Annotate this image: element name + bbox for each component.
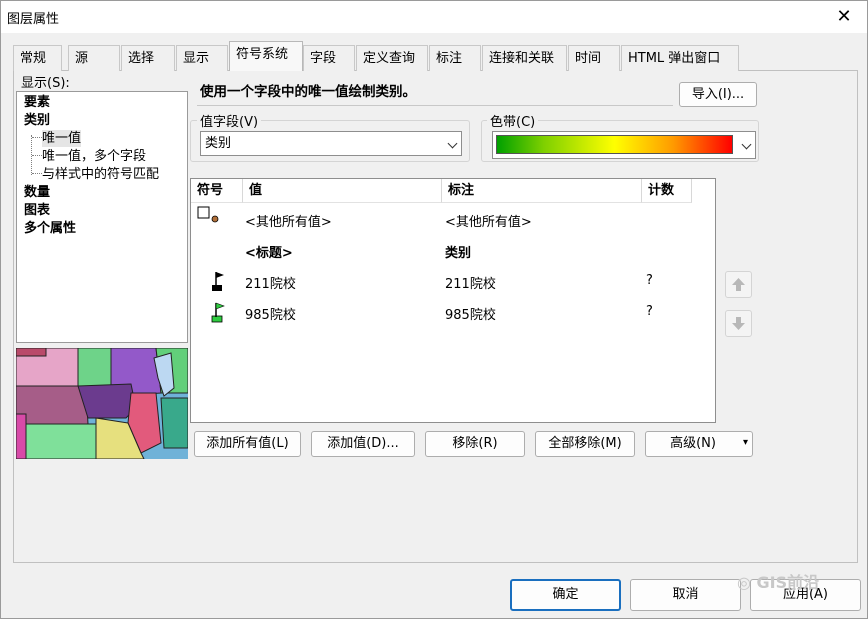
- tab-time[interactable]: 时间: [568, 45, 620, 71]
- tree-line: [32, 173, 42, 174]
- tree-item-categories[interactable]: 类别: [24, 112, 50, 129]
- row-value[interactable]: 985院校: [245, 304, 296, 323]
- tab-display[interactable]: 显示: [176, 45, 228, 71]
- tree-item-charts[interactable]: 图表: [24, 202, 50, 219]
- header-count[interactable]: 计数: [642, 179, 692, 203]
- tab-symbology[interactable]: 符号系统: [229, 41, 303, 71]
- color-ramp-label: 色带(C): [487, 111, 539, 130]
- watermark-text: GIS前沿: [756, 573, 820, 592]
- move-down-button[interactable]: [725, 310, 752, 337]
- close-icon[interactable]: ✕: [829, 5, 859, 29]
- import-button[interactable]: 导入(I)...: [679, 82, 757, 107]
- arrow-down-icon: [732, 317, 745, 330]
- tree-item-unique-values-many-fields[interactable]: 唯一值，多个字段: [42, 148, 146, 165]
- tree-item-quantities[interactable]: 数量: [24, 184, 50, 201]
- header-label[interactable]: 标注: [442, 179, 642, 203]
- show-label: 显示(S):: [21, 76, 70, 91]
- row-value[interactable]: 211院校: [245, 273, 296, 292]
- symbology-type-tree[interactable]: 要素 类别 唯一值 唯一值，多个字段 与样式中的符号匹配 数量 图表 多个属性: [16, 91, 188, 343]
- header-value[interactable]: 值: [243, 179, 442, 203]
- symbol-other-values[interactable]: [197, 206, 219, 224]
- move-up-button[interactable]: [725, 271, 752, 298]
- row-label[interactable]: <其他所有值>: [445, 211, 532, 230]
- symbol-class-table[interactable]: 符号 值 标注 计数 <其他所有值> <其他所有值> <标题> 类别 211院校…: [190, 178, 716, 423]
- window-title: 图层属性: [7, 12, 60, 27]
- value-field-dropdown[interactable]: 类别: [200, 131, 462, 156]
- watermark: ◎ GIS前沿: [737, 569, 819, 593]
- row-value[interactable]: <标题>: [245, 242, 293, 261]
- row-value[interactable]: <其他所有值>: [245, 211, 332, 230]
- flag-green-icon[interactable]: [209, 301, 225, 323]
- layer-properties-dialog: 图层属性 ✕ 常规 源 选择 显示 符号系统 字段 定义查询 标注 连接和关联 …: [0, 0, 868, 619]
- row-label[interactable]: 211院校: [445, 273, 496, 292]
- tree-item-multiple-attributes[interactable]: 多个属性: [24, 220, 76, 237]
- tree-line: [32, 137, 42, 138]
- row-count: ?: [646, 304, 653, 319]
- wechat-icon: ◎: [737, 573, 751, 592]
- color-ramp-swatch: [496, 135, 733, 154]
- chevron-down-icon: [741, 139, 752, 150]
- advanced-label: 高级(N): [670, 436, 716, 451]
- row-label[interactable]: 985院校: [445, 304, 496, 323]
- tab-source[interactable]: 源: [68, 45, 120, 71]
- add-values-button[interactable]: 添加值(D)...: [311, 431, 415, 457]
- header-symbol[interactable]: 符号: [191, 179, 243, 203]
- row-count: ?: [646, 273, 653, 288]
- description-text: 使用一个字段中的唯一值绘制类别。: [197, 79, 673, 106]
- tab-general[interactable]: 常规: [13, 45, 62, 71]
- tab-selection[interactable]: 选择: [121, 45, 175, 71]
- tree-line: [32, 155, 42, 156]
- tab-fields[interactable]: 字段: [303, 45, 355, 71]
- arrow-up-icon: [732, 278, 745, 291]
- title-bar: 图层属性 ✕: [1, 1, 867, 33]
- value-field-selected: 类别: [205, 136, 232, 151]
- chevron-down-icon: [447, 138, 458, 149]
- ok-button[interactable]: 确定: [510, 579, 621, 611]
- remove-button[interactable]: 移除(R): [425, 431, 525, 457]
- tree-item-match-to-symbols[interactable]: 与样式中的符号匹配: [42, 166, 159, 183]
- add-all-values-button[interactable]: 添加所有值(L): [194, 431, 301, 457]
- tree-item-unique-values[interactable]: 唯一值: [42, 130, 82, 147]
- tab-definition-query[interactable]: 定义查询: [356, 45, 428, 71]
- advanced-button[interactable]: 高级(N) ▾: [645, 431, 753, 457]
- tab-labels[interactable]: 标注: [429, 45, 481, 71]
- row-label[interactable]: 类别: [445, 242, 471, 261]
- tab-joins-relates[interactable]: 连接和关联: [482, 45, 567, 71]
- cancel-button[interactable]: 取消: [630, 579, 741, 611]
- value-field-label: 值字段(V): [197, 111, 262, 130]
- tree-item-features[interactable]: 要素: [24, 94, 50, 111]
- dropdown-arrow-icon: ▾: [742, 437, 748, 448]
- color-ramp-dropdown[interactable]: [492, 131, 756, 159]
- tab-html-popup[interactable]: HTML 弹出窗口: [621, 45, 739, 71]
- symbology-preview-image: [16, 348, 188, 459]
- remove-all-button[interactable]: 全部移除(M): [535, 431, 635, 457]
- flag-black-icon[interactable]: [209, 270, 225, 292]
